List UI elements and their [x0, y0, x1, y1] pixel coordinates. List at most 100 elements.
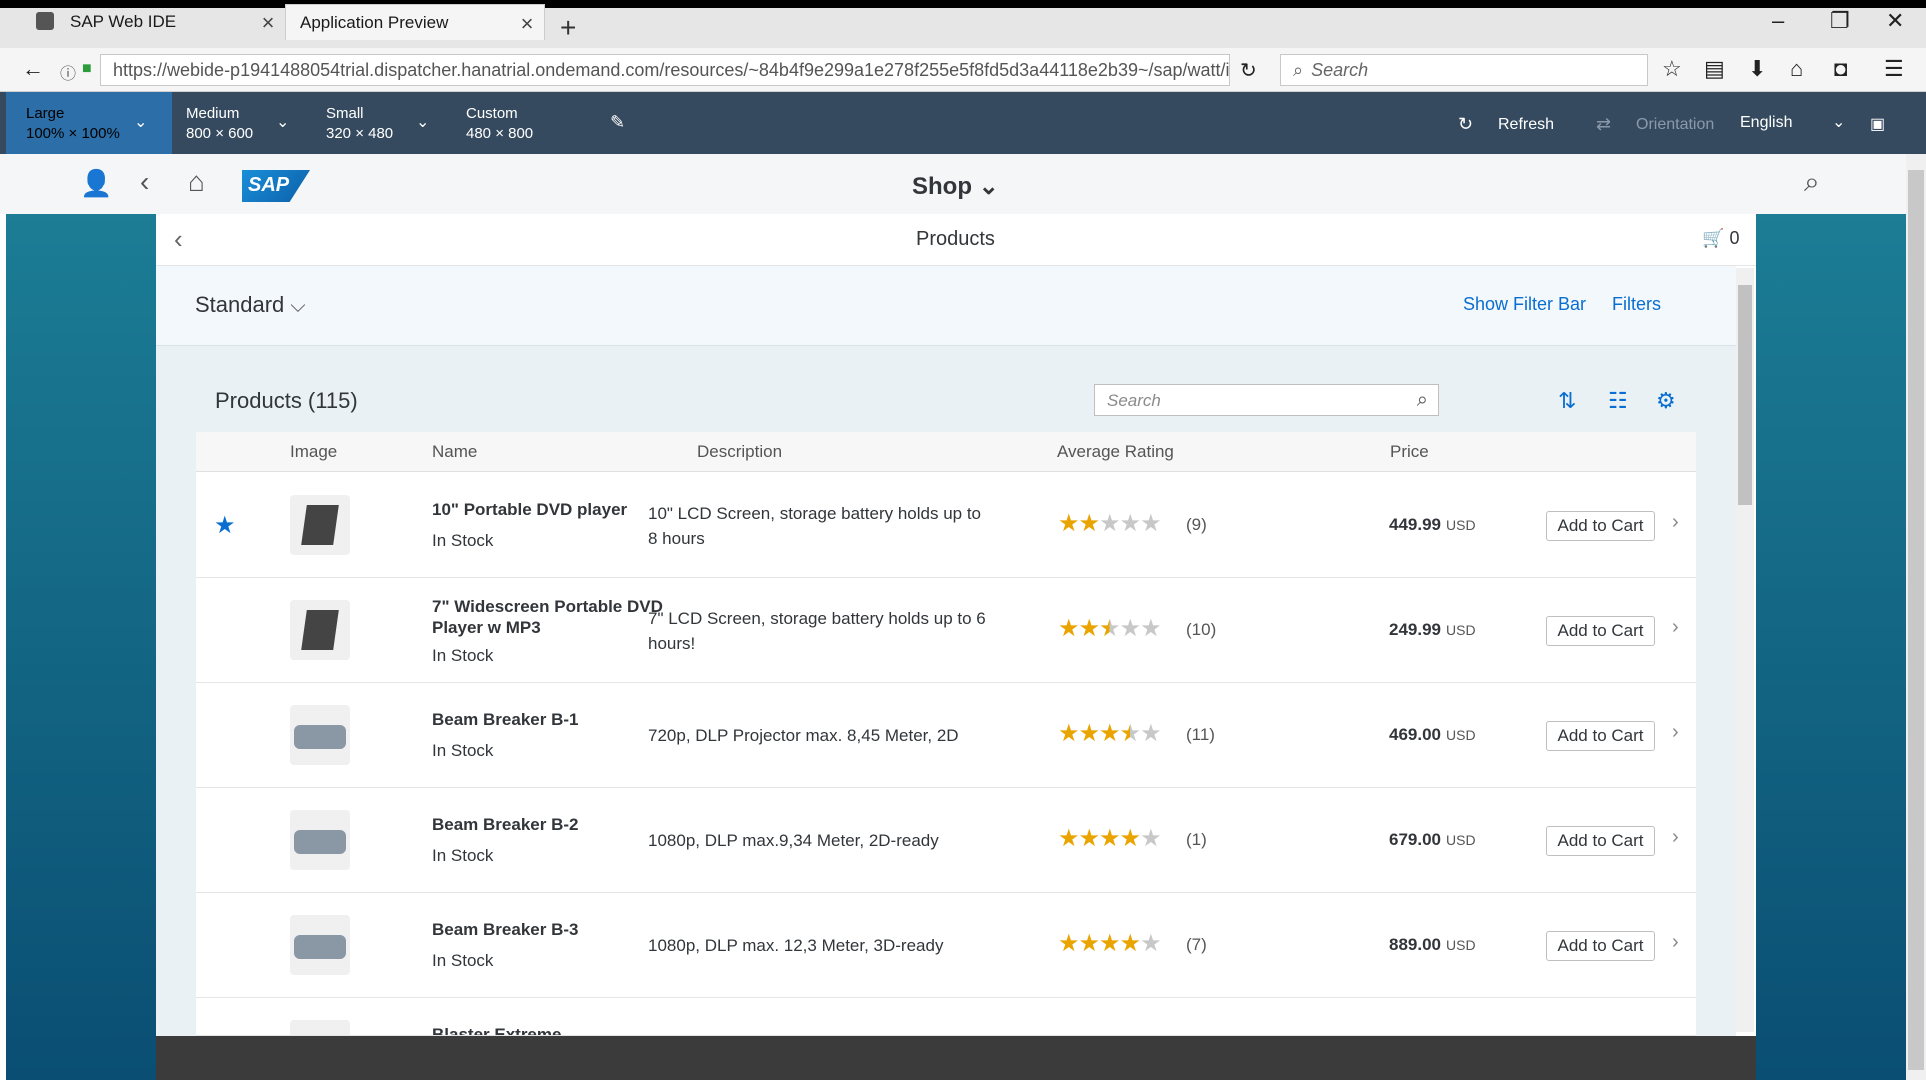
reading-list-icon[interactable]: ▤ [1704, 56, 1725, 82]
refresh-icon[interactable]: ↻ [1458, 114, 1473, 135]
chevron-right-icon[interactable]: › [1672, 931, 1679, 954]
column-header-description[interactable]: Description [697, 442, 782, 462]
table-row[interactable]: Blaster Extreme [196, 998, 1696, 1036]
table-row[interactable]: Beam Breaker B-1 In Stock 720p, DLP Proj… [196, 683, 1696, 788]
back-icon[interactable]: ‹ [140, 166, 149, 198]
add-to-cart-button[interactable]: Add to Cart [1546, 931, 1655, 961]
new-tab-icon[interactable]: + [560, 12, 576, 44]
refresh-label: Refresh [1498, 116, 1555, 133]
minimize-icon[interactable]: – [1772, 8, 1784, 34]
device-name: Large [26, 105, 65, 122]
home-icon[interactable]: ⌂ [1790, 56, 1803, 82]
home-icon[interactable]: ⌂ [188, 166, 205, 198]
star-icon: ★ [1099, 510, 1120, 537]
chevron-down-icon[interactable]: ⌄ [1832, 112, 1845, 132]
browser-search-input[interactable]: ⌕ Search [1280, 54, 1648, 86]
chevron-right-icon[interactable]: › [1672, 511, 1679, 534]
device-size: 100% × 100% [26, 125, 120, 142]
product-price: 449.99 [1389, 515, 1441, 534]
qr-code-icon[interactable]: ▣ [1870, 114, 1885, 134]
url-input[interactable]: https://webide-p1941488054trial.dispatch… [100, 54, 1230, 86]
bookmark-star-icon[interactable]: ☆ [1662, 56, 1682, 82]
chevron-right-icon[interactable]: › [1672, 721, 1679, 744]
edit-pencil-icon[interactable]: ✎ [610, 112, 625, 133]
product-image [290, 915, 350, 975]
column-header-rating[interactable]: Average Rating [1057, 442, 1174, 462]
star-icon: ★ [1119, 720, 1141, 747]
add-to-cart-button[interactable]: Add to Cart [1546, 826, 1655, 856]
page-scrollbar-thumb[interactable] [1908, 170, 1924, 1070]
variant-select[interactable]: Standard ⌵ [195, 292, 306, 318]
table-row[interactable]: Beam Breaker B-3 In Stock 1080p, DLP max… [196, 893, 1696, 998]
search-icon[interactable]: ⌕ [1417, 389, 1428, 412]
language-label: English [1740, 114, 1793, 131]
product-image [290, 600, 350, 660]
refresh-button[interactable]: Refresh [1498, 116, 1554, 134]
table-row[interactable]: Beam Breaker B-2 In Stock 1080p, DLP max… [196, 788, 1696, 893]
chevron-down-icon[interactable]: ⌄ [416, 112, 429, 132]
back-icon[interactable]: ‹ [174, 224, 183, 255]
close-icon[interactable]: × [257, 10, 279, 36]
page-title: Products [916, 228, 995, 250]
device-custom[interactable]: Custom 480 × 800 [446, 92, 533, 154]
rating-stars: ★★★★★ [1058, 929, 1162, 958]
device-medium[interactable]: Medium 800 × 600 [166, 92, 253, 154]
group-icon[interactable]: ☷ [1608, 388, 1628, 414]
filters-link[interactable]: Filters [1612, 294, 1661, 315]
device-name: Custom [466, 105, 518, 122]
star-icon: ★ [1140, 930, 1161, 957]
table-header [196, 432, 1696, 472]
product-image [290, 495, 350, 555]
window-close-icon[interactable]: ✕ [1886, 8, 1904, 34]
reload-icon[interactable]: ↻ [1240, 58, 1257, 83]
chevron-right-icon[interactable]: › [1672, 616, 1679, 639]
table-search-input[interactable]: Search ⌕ [1094, 384, 1439, 416]
tab-sap-web-ide[interactable]: SAP Web IDE × [20, 4, 285, 40]
add-to-cart-button[interactable]: Add to Cart [1546, 721, 1655, 751]
settings-gear-icon[interactable]: ⚙ [1656, 388, 1676, 414]
sort-icon[interactable]: ⇅ [1558, 388, 1576, 414]
back-icon[interactable]: ← [22, 56, 44, 82]
tab-application-preview[interactable]: Application Preview × [285, 4, 545, 40]
product-price: 249.99 [1389, 620, 1441, 639]
rating-count: (9) [1186, 515, 1207, 534]
restore-icon[interactable]: ❐ [1830, 8, 1850, 34]
show-filter-bar-link[interactable]: Show Filter Bar [1463, 294, 1586, 315]
price-currency: USD [1446, 937, 1476, 953]
chevron-down-icon[interactable]: ⌄ [134, 112, 147, 132]
url-text: https://webide-p1941488054trial.dispatch… [113, 59, 1230, 80]
price-currency: USD [1446, 727, 1476, 743]
favorite-star-icon[interactable]: ★ [214, 511, 236, 540]
info-icon[interactable]: ⓘ [60, 60, 76, 84]
chevron-down-icon[interactable]: ⌄ [276, 112, 289, 132]
stock-status: In Stock [432, 741, 494, 760]
chevron-right-icon[interactable]: › [1672, 826, 1679, 849]
add-to-cart-button[interactable]: Add to Cart [1546, 511, 1655, 541]
webide-favicon-icon [36, 12, 54, 30]
add-to-cart-button[interactable]: Add to Cart [1546, 616, 1655, 646]
download-icon[interactable]: ⬇ [1748, 56, 1766, 82]
column-header-price[interactable]: Price [1390, 442, 1429, 462]
language-select[interactable]: English [1740, 114, 1792, 132]
table-scrollbar-thumb[interactable] [1738, 285, 1752, 505]
orientation-icon: ⇄ [1596, 114, 1612, 134]
product-description: 720p, DLP Projector max. 8,45 Meter, 2D [648, 726, 959, 745]
menu-icon[interactable]: ☰ [1884, 56, 1904, 82]
column-header-image[interactable]: Image [290, 442, 337, 462]
star-icon: ★ [1140, 825, 1161, 852]
table-row[interactable]: 7" Widescreen Portable DVD Player w MP3 … [196, 578, 1696, 683]
search-icon[interactable]: ⌕ [1804, 166, 1820, 199]
close-icon[interactable]: × [516, 11, 538, 37]
table-row[interactable]: ★ 10" Portable DVD player In Stock 10" L… [196, 473, 1696, 578]
shell-title[interactable]: Shop ⌄ [912, 172, 999, 201]
device-small[interactable]: Small 320 × 480 [306, 92, 393, 154]
star-icon: ★ [1099, 615, 1120, 642]
rating-count: (11) [1186, 725, 1215, 744]
column-header-name[interactable]: Name [432, 442, 477, 462]
lock-icon[interactable]: ■ [82, 60, 92, 78]
star-icon: ★ [1119, 825, 1141, 852]
user-icon[interactable]: 👤 [80, 168, 112, 199]
pocket-icon[interactable]: ◘ [1834, 56, 1847, 82]
cart-button[interactable]: 🛒 0 [1702, 228, 1739, 249]
star-icon: ★ [1058, 930, 1079, 957]
